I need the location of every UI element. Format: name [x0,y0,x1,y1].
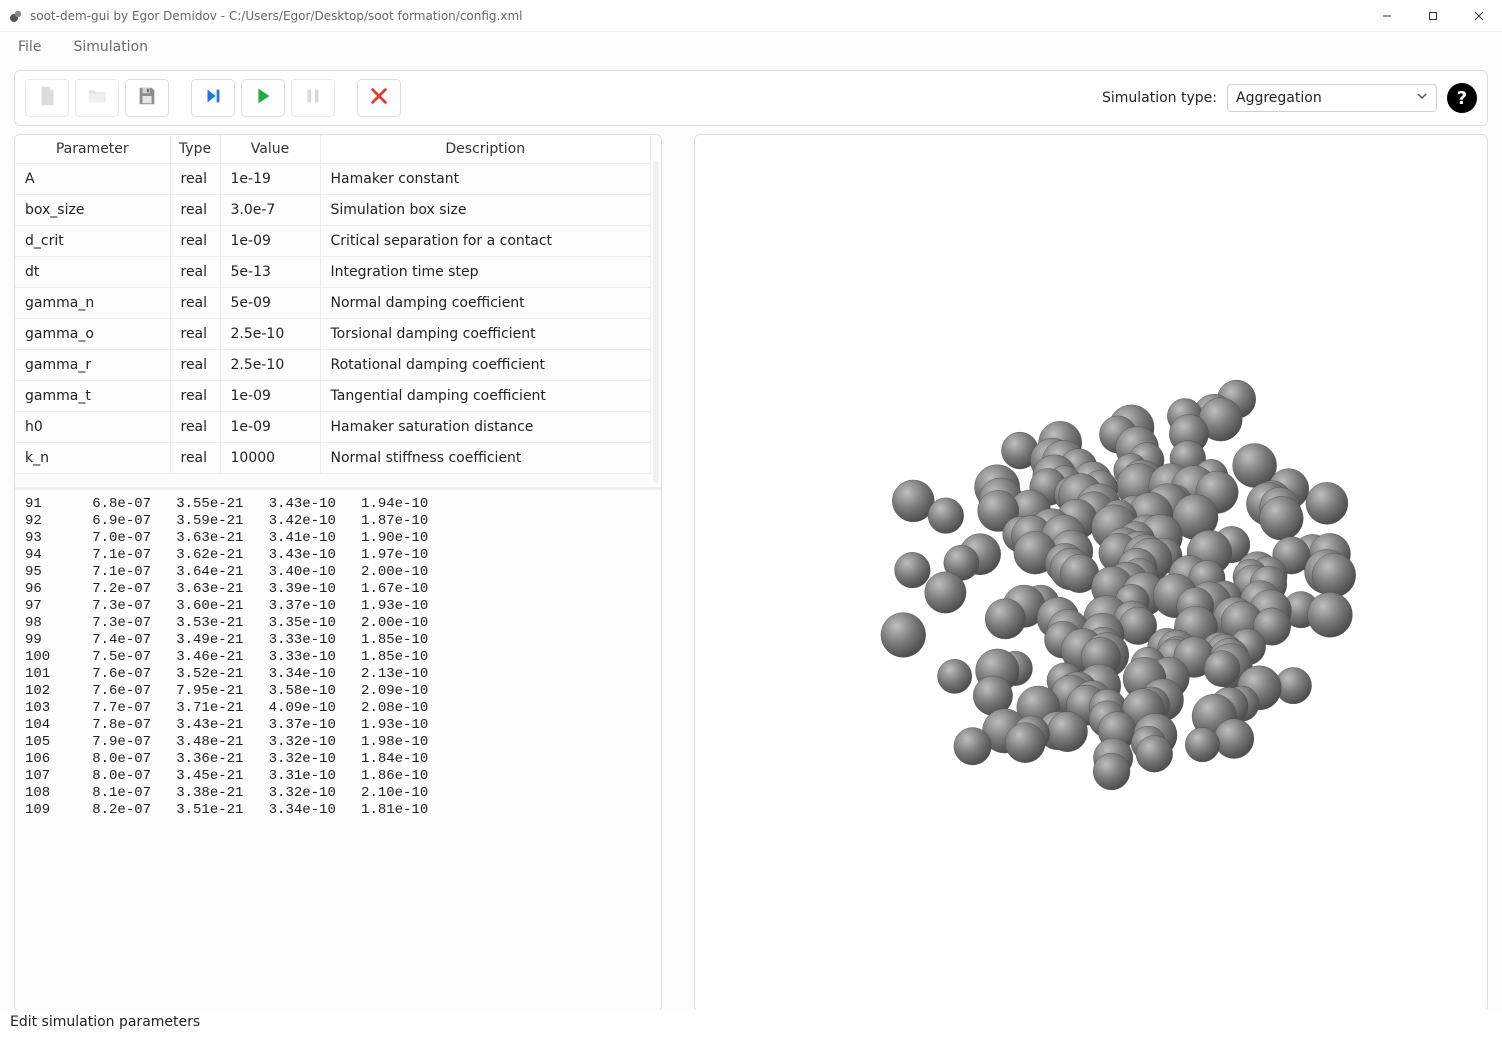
table-cell-value[interactable]: 3.0e-7 [220,195,320,226]
table-cell-desc[interactable]: Normal damping coefficient [320,288,651,319]
table-cell-type[interactable]: real [170,288,220,319]
new-file-icon [36,85,58,111]
table-cell-value[interactable]: 1e-09 [220,412,320,443]
col-header-parameter[interactable]: Parameter [15,135,170,164]
table-row[interactable]: d_critreal1e-09Critical separation for a… [15,226,651,257]
table-row[interactable]: gamma_nreal5e-09Normal damping coefficie… [15,288,651,319]
table-cell-param[interactable]: gamma_t [15,381,170,412]
table-row[interactable]: gamma_rreal2.5e-10Rotational damping coe… [15,350,651,381]
menu-simulation[interactable]: Simulation [67,35,154,59]
window-title: soot-dem-gui by Egor Demidov - C:/Users/… [30,9,523,23]
table-cell-type[interactable]: real [170,381,220,412]
window-titlebar: soot-dem-gui by Egor Demidov - C:/Users/… [0,0,1502,32]
left-panel: Parameter Type Value Description Areal1e… [14,134,662,1012]
parameter-table-scroll[interactable]: Parameter Type Value Description Areal1e… [15,135,661,487]
menubar: File Simulation [0,32,1502,62]
help-icon: ? [1457,88,1467,109]
statusbar-text: Edit simulation parameters [10,1014,200,1030]
save-button[interactable] [125,79,169,117]
table-cell-desc[interactable]: Tangential damping coefficient [320,381,651,412]
output-log-panel[interactable]: 91 6.8e-07 3.55e-21 3.43e-10 1.94e-10 92… [15,487,661,1011]
table-row[interactable]: Areal1e-19Hamaker constant [15,164,651,195]
col-header-value[interactable]: Value [220,135,320,164]
window-close-button[interactable] [1456,0,1502,32]
table-row[interactable]: h0real1e-09Hamaker saturation distance [15,412,651,443]
particle-render [695,135,1487,1011]
skip-forward-icon [202,85,224,111]
table-cell-value[interactable]: 2.5e-10 [220,350,320,381]
chevron-down-icon [1416,90,1428,106]
table-cell-param[interactable]: dt [15,257,170,288]
parameter-table-panel: Parameter Type Value Description Areal1e… [15,135,661,487]
close-icon [368,85,390,111]
open-folder-icon [86,85,108,111]
sim-type-value: Aggregation [1236,90,1322,106]
table-cell-type[interactable]: real [170,257,220,288]
table-cell-desc[interactable]: Hamaker saturation distance [320,412,651,443]
table-cell-type[interactable]: real [170,412,220,443]
table-cell-param[interactable]: h0 [15,412,170,443]
table-cell-value[interactable]: 5e-13 [220,257,320,288]
table-row[interactable]: dtreal5e-13Integration time step [15,257,651,288]
table-cell-value[interactable]: 1e-09 [220,226,320,257]
table-cell-param[interactable]: d_crit [15,226,170,257]
table-cell-value[interactable]: 2.5e-10 [220,319,320,350]
col-header-description[interactable]: Description [320,135,651,164]
pause-icon [302,85,324,111]
table-cell-desc[interactable]: Torsional damping coefficient [320,319,651,350]
menu-file[interactable]: File [12,35,47,59]
table-row[interactable]: k_nreal10000Normal stiffness coefficient [15,443,651,474]
table-cell-type[interactable]: real [170,350,220,381]
table-cell-type[interactable]: real [170,319,220,350]
table-cell-param[interactable]: gamma_n [15,288,170,319]
stop-reset-button[interactable] [357,79,401,117]
table-cell-value[interactable]: 5e-09 [220,288,320,319]
table-row[interactable]: gamma_treal1e-09Tangential damping coeff… [15,381,651,412]
window-maximize-button[interactable] [1410,0,1456,32]
table-cell-type[interactable]: real [170,195,220,226]
help-button[interactable]: ? [1447,83,1477,113]
table-row[interactable]: gamma_oreal2.5e-10Torsional damping coef… [15,319,651,350]
splitter-handle[interactable] [676,134,680,1012]
table-cell-desc[interactable]: Hamaker constant [320,164,651,195]
table-cell-type[interactable]: real [170,164,220,195]
table-cell-param[interactable]: box_size [15,195,170,226]
table-cell-param[interactable]: A [15,164,170,195]
app-icon [8,8,24,24]
col-header-type[interactable]: Type [170,135,220,164]
table-cell-type[interactable]: real [170,443,220,474]
table-cell-type[interactable]: real [170,226,220,257]
table-cell-desc[interactable]: Normal stiffness coefficient [320,443,651,474]
table-cell-value[interactable]: 10000 [220,443,320,474]
table-cell-desc[interactable]: Simulation box size [320,195,651,226]
pause-button[interactable] [291,79,335,117]
play-button[interactable] [241,79,285,117]
parameter-table[interactable]: Parameter Type Value Description Areal1e… [15,135,651,474]
toolbar: Simulation type: Aggregation ? [14,70,1488,126]
window-minimize-button[interactable] [1364,0,1410,32]
sim-type-select[interactable]: Aggregation [1227,84,1437,112]
table-cell-value[interactable]: 1e-09 [220,381,320,412]
table-cell-desc[interactable]: Critical separation for a contact [320,226,651,257]
table-cell-desc[interactable]: Integration time step [320,257,651,288]
table-row[interactable]: box_sizereal3.0e-7Simulation box size [15,195,651,226]
skip-forward-button[interactable] [191,79,235,117]
output-log-text: 91 6.8e-07 3.55e-21 3.43e-10 1.94e-10 92… [25,496,657,819]
open-file-button[interactable] [75,79,119,117]
statusbar: Edit simulation parameters [0,1010,1502,1038]
sim-type-label: Simulation type: [1102,90,1217,106]
new-file-button[interactable] [25,79,69,117]
floppy-disk-icon [136,85,158,111]
table-cell-param[interactable]: gamma_o [15,319,170,350]
play-icon [252,85,274,111]
3d-viewport[interactable] [694,134,1488,1012]
table-cell-desc[interactable]: Rotational damping coefficient [320,350,651,381]
table-cell-value[interactable]: 1e-19 [220,164,320,195]
table-cell-param[interactable]: k_n [15,443,170,474]
table-cell-param[interactable]: gamma_r [15,350,170,381]
